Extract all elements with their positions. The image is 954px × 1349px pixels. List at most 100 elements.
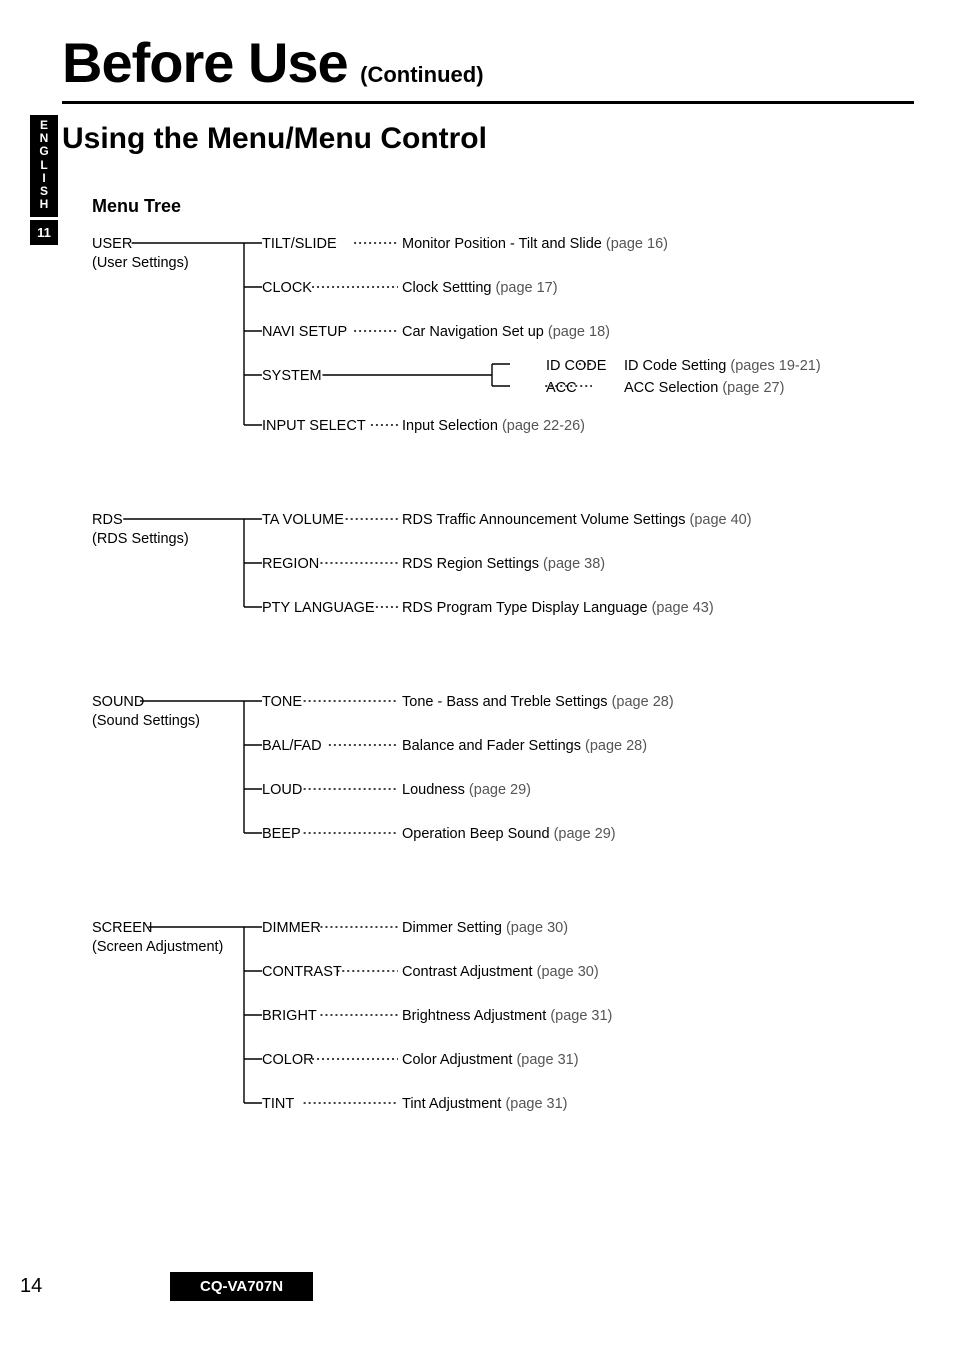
menu-item-page-ref: (page 29) (469, 782, 531, 798)
menu-group: RDS(RDS Settings) TA VOLUMERDS Traffic An… (92, 511, 914, 643)
menu-item-page-ref: (page 30) (537, 964, 599, 980)
lang-letter: G (30, 145, 58, 158)
menu-item-desc-text: Clock Settting (402, 280, 491, 296)
menu-item-desc: RDS Program Type Display Language (page … (402, 599, 954, 618)
submenu-name: ID CODE (546, 357, 624, 376)
submenu-page-ref: (pages 19-21) (730, 358, 820, 374)
menu-item-row: CONTRASTContrast Adjustment (page 30) (262, 963, 954, 1007)
menu-item-row: SYSTEMID CODEID Code Setting (pages 19-2… (262, 367, 954, 411)
footer: 14 CQ-VA707N (0, 1272, 954, 1301)
menu-item-name: LOUD (262, 781, 402, 800)
menu-root: SOUND(Sound Settings) (92, 693, 242, 731)
menu-item-row: TONETone - Bass and Treble Settings (pag… (262, 693, 954, 737)
menu-item-name: NAVI SETUP (262, 323, 402, 342)
menu-item-page-ref: (page 29) (554, 826, 616, 842)
menu-item-page-ref: (page 31) (505, 1096, 567, 1112)
menu-root-name: SCREEN (92, 919, 242, 938)
menu-item-row: TA VOLUMERDS Traffic Announcement Volume… (262, 511, 954, 555)
menu-item-page-ref: (page 22-26) (502, 418, 585, 434)
submenu-page-ref: (page 27) (722, 380, 784, 396)
submenu-desc-text: ID Code Setting (624, 358, 726, 374)
menu-item-desc: Input Selection (page 22-26) (402, 417, 954, 436)
menu-group: USER(User Settings)TILT/SLIDEMonitor Pos… (92, 235, 914, 461)
menu-item-desc-text: Balance and Fader Settings (402, 738, 581, 754)
submenu-desc: ACC Selection (page 27) (624, 379, 821, 398)
content-area: Menu Tree USER(User Settings)TILT/SLIDEM… (92, 196, 914, 1139)
menu-branches: DIMMERDimmer Setting (page 30) CONTRAST Co… (262, 919, 914, 1139)
menu-item-page-ref: (page 31) (516, 1052, 578, 1068)
menu-root: USER(User Settings) (92, 235, 242, 273)
menu-item-page-ref: (page 31) (550, 1008, 612, 1024)
menu-item-row: BAL/FADBalance and Fader Settings (page … (262, 737, 954, 781)
page-subtitle: Using the Menu/Menu Control (62, 122, 914, 156)
menu-item-desc-text: Loudness (402, 782, 465, 798)
menu-item-desc: Tint Adjustment (page 31) (402, 1095, 954, 1114)
menu-item-row: LOUDLoudness (page 29) (262, 781, 954, 825)
menu-item-row: REGIONRDS Region Settings (page 38) (262, 555, 954, 599)
menu-root-subtitle: (Sound Settings) (92, 712, 242, 731)
submenu: ID CODEID Code Setting (pages 19-21)ACCA… (546, 357, 821, 401)
menu-item-name: DIMMER (262, 919, 402, 938)
menu-item-desc: Tone - Bass and Treble Settings (page 28… (402, 693, 954, 712)
menu-item-page-ref: (page 28) (612, 694, 674, 710)
menu-item-desc: RDS Region Settings (page 38) (402, 555, 954, 574)
menu-item-desc: RDS Traffic Announcement Volume Settings… (402, 511, 954, 530)
menu-item-page-ref: (page 28) (585, 738, 647, 754)
menu-item-desc-text: RDS Program Type Display Language (402, 600, 648, 616)
menu-item-desc: Contrast Adjustment (page 30) (402, 963, 954, 982)
page-title: Before Use (62, 31, 348, 94)
menu-branches: TA VOLUMERDS Traffic Announcement Volume… (262, 511, 914, 643)
menu-item-desc: Dimmer Setting (page 30) (402, 919, 954, 938)
menu-item-page-ref: (page 38) (543, 556, 605, 572)
menu-item-name: BRIGHT (262, 1007, 402, 1026)
menu-root: RDS(RDS Settings) (92, 511, 242, 549)
menu-item-desc-text: Input Selection (402, 418, 498, 434)
menu-root-subtitle: (Screen Adjustment) (92, 938, 242, 957)
submenu-row: ID CODEID Code Setting (pages 19-21) (546, 357, 821, 379)
menu-root-name: USER (92, 235, 242, 254)
menu-item-page-ref: (page 30) (506, 920, 568, 936)
menu-item-desc-text: Dimmer Setting (402, 920, 502, 936)
menu-item-name: TA VOLUME (262, 511, 402, 530)
menu-item-desc: Operation Beep Sound (page 29) (402, 825, 954, 844)
menu-group: SOUND(Sound Settings)TONETone - Bass and… (92, 693, 914, 869)
menu-item-desc: Color Adjustment (page 31) (402, 1051, 954, 1070)
menu-item-name: TILT/SLIDE (262, 235, 402, 254)
menu-item-row: COLORColor Adjustment (page 31) (262, 1051, 954, 1095)
menu-item-name: BAL/FAD (262, 737, 402, 756)
menu-item-row: BEEPOperation Beep Sound (page 29) (262, 825, 954, 869)
page-title-continued: (Continued) (360, 62, 483, 87)
menu-root-subtitle: (User Settings) (92, 254, 242, 273)
menu-group: SCREEN(Screen Adjustment) DIMMERDimmer Se… (92, 919, 914, 1139)
menu-item-desc-text: RDS Traffic Announcement Volume Settings (402, 512, 685, 528)
menu-item-name: COLOR (262, 1051, 402, 1070)
title-rule (62, 101, 914, 104)
menu-item-name: INPUT SELECT (262, 417, 402, 436)
menu-item-page-ref: (page 17) (496, 280, 558, 296)
menu-item-row: DIMMERDimmer Setting (page 30) (262, 919, 954, 963)
menu-item-row: INPUT SELECTInput Selection (page 22-26) (262, 417, 954, 461)
menu-item-row: PTY LANGUAGERDS Program Type Display Lan… (262, 599, 954, 643)
menu-item-name: TONE (262, 693, 402, 712)
page: E N G L I S H 11 Before Use (Continued) … (0, 0, 954, 1349)
menu-item-name: CLOCK (262, 279, 402, 298)
menu-item-desc-text: Color Adjustment (402, 1052, 512, 1068)
menu-item-name: REGION (262, 555, 402, 574)
menu-item-desc-text: Tint Adjustment (402, 1096, 501, 1112)
menu-item-name: CONTRAST (262, 963, 402, 982)
side-language-label: E N G L I S H (30, 115, 58, 217)
menu-item-desc-text: RDS Region Settings (402, 556, 539, 572)
menu-item-name: BEEP (262, 825, 402, 844)
menu-item-desc: Balance and Fader Settings (page 28) (402, 737, 954, 756)
submenu-desc: ID Code Setting (pages 19-21) (624, 357, 821, 376)
menu-item-desc: Monitor Position - Tilt and Slide (page … (402, 235, 954, 254)
menu-item-desc: Car Navigation Set up (page 18) (402, 323, 954, 342)
model-label: CQ-VA707N (170, 1272, 313, 1301)
section-heading: Menu Tree (92, 196, 914, 217)
submenu-row: ACCACC Selection (page 27) (546, 379, 821, 401)
menu-item-name: TINT (262, 1095, 402, 1114)
menu-item-page-ref: (page 18) (548, 324, 610, 340)
menu-item-name: SYSTEM (262, 367, 402, 386)
menu-root: SCREEN(Screen Adjustment) (92, 919, 242, 957)
menu-item-desc: Brightness Adjustment (page 31) (402, 1007, 954, 1026)
